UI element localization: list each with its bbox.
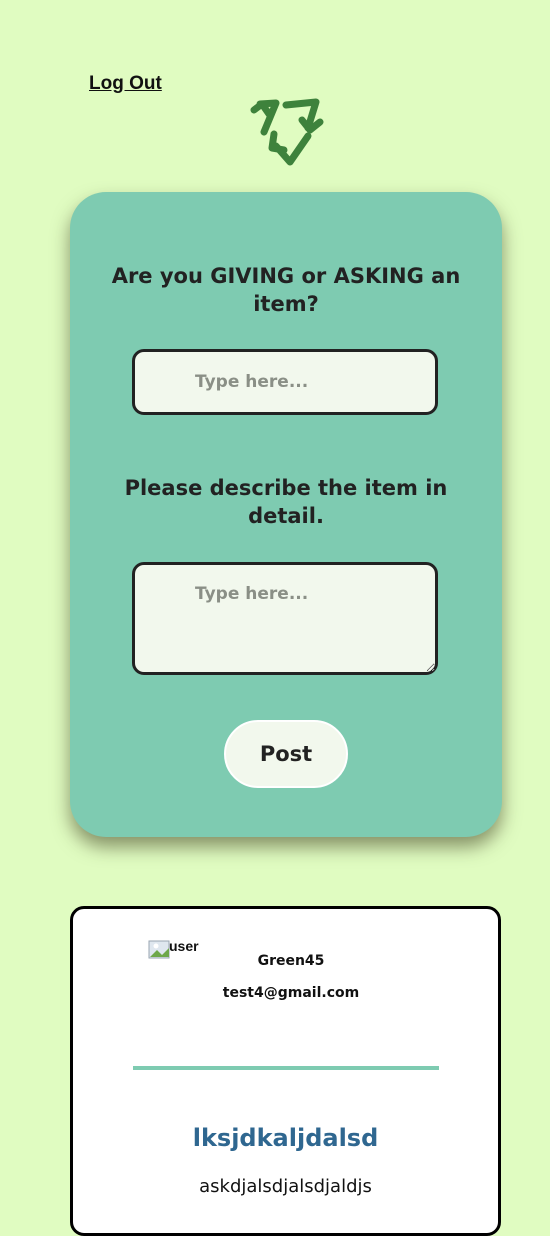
recycle-icon	[246, 96, 326, 168]
post-title: lksjdkaljdalsd	[192, 1124, 379, 1152]
logout-link[interactable]: Log Out	[89, 73, 162, 95]
post-email: test4@gmail.com	[222, 985, 360, 1001]
avatar-alt-text: user	[169, 938, 199, 954]
item-description-textarea[interactable]	[132, 562, 438, 675]
avatar: user	[148, 938, 204, 966]
post-description: askdjalsdjalsdjaldjs	[199, 1176, 372, 1197]
post-username: Green45	[257, 953, 325, 969]
question-describe-item: Please describe the item in detail.	[124, 476, 448, 528]
post-form-card: Are you GIVING or ASKING an item? Please…	[70, 192, 502, 837]
question-give-or-ask: Are you GIVING or ASKING an item?	[111, 264, 461, 316]
give-or-ask-input[interactable]	[132, 349, 438, 415]
divider	[133, 1066, 439, 1070]
post-button[interactable]: Post	[224, 720, 348, 788]
post-card: user Green45 test4@gmail.com lksjdkaljda…	[70, 906, 501, 1236]
